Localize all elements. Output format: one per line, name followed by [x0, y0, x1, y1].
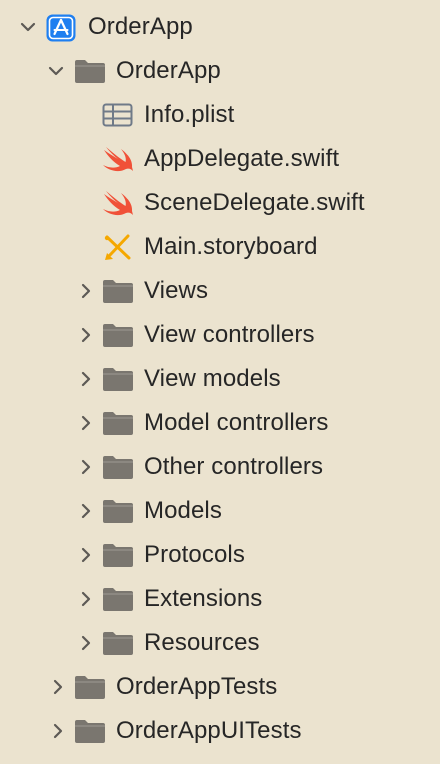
tree-row-project[interactable]: OrderApp: [0, 5, 440, 49]
folder-icon: [75, 720, 105, 743]
folder-icon: [103, 280, 133, 303]
tree-row-label: SceneDelegate.swift: [144, 189, 365, 216]
tree-row-label: Extensions: [144, 585, 263, 612]
tree-row-label: Other controllers: [144, 453, 324, 480]
tree-row-file[interactable]: AppDelegate.swift: [0, 137, 440, 181]
chevron-right-icon[interactable]: [76, 633, 96, 653]
chevron-right-icon[interactable]: [76, 457, 96, 477]
tree-row-folder[interactable]: Models: [0, 489, 440, 533]
tree-row-label: Info.plist: [144, 101, 235, 128]
chevron-right-icon[interactable]: [76, 281, 96, 301]
tree-row-label: Models: [144, 497, 222, 524]
tree-row-folder[interactable]: Protocols: [0, 533, 440, 577]
storyboard-icon: [104, 234, 131, 260]
folder-icon: [103, 500, 133, 523]
tree-row-label: View controllers: [144, 321, 315, 348]
tree-row-label: Model controllers: [144, 409, 329, 436]
folder-icon: [103, 368, 133, 391]
folder-icon: [103, 632, 133, 655]
tree-row-folder[interactable]: Model controllers: [0, 401, 440, 445]
chevron-right-icon[interactable]: [76, 589, 96, 609]
tree-row-label: AppDelegate.swift: [144, 145, 340, 172]
tree-row-label: OrderAppUITests: [116, 717, 302, 744]
tree-row-label: Main.storyboard: [144, 233, 318, 260]
chevron-right-icon[interactable]: [48, 677, 68, 697]
folder-icon: [103, 324, 133, 347]
tree-row-folder[interactable]: Extensions: [0, 577, 440, 621]
project-navigator: OrderApp OrderApp Info.plist AppDelegate…: [0, 0, 440, 764]
swift-icon: [103, 147, 133, 172]
folder-icon: [103, 588, 133, 611]
folder-icon: [75, 60, 105, 83]
tree-row-label: OrderApp: [88, 13, 193, 40]
folder-icon: [103, 412, 133, 435]
chevron-right-icon[interactable]: [76, 545, 96, 565]
tree-row-label: Protocols: [144, 541, 245, 568]
tree-row-label: View models: [144, 365, 281, 392]
tree-row-label: OrderAppTests: [116, 673, 278, 700]
folder-icon: [75, 676, 105, 699]
chevron-down-icon[interactable]: [46, 61, 66, 81]
tree-row-folder[interactable]: OrderAppTests: [0, 665, 440, 709]
tree-row-file[interactable]: Info.plist: [0, 93, 440, 137]
tree-row-folder[interactable]: Views: [0, 269, 440, 313]
tree-row-folder[interactable]: OrderApp: [0, 49, 440, 93]
tree-row-label: Resources: [144, 629, 260, 656]
tree-row-file[interactable]: SceneDelegate.swift: [0, 181, 440, 225]
xcode-project-icon: [46, 14, 76, 42]
chevron-right-icon[interactable]: [76, 325, 96, 345]
tree-row-label: Views: [144, 277, 209, 304]
folder-icon: [103, 544, 133, 567]
tree-row-folder[interactable]: OrderAppUITests: [0, 709, 440, 753]
tree-row-label: OrderApp: [116, 57, 221, 84]
tree-row-file[interactable]: Main.storyboard: [0, 225, 440, 269]
chevron-right-icon[interactable]: [76, 369, 96, 389]
swift-icon: [103, 191, 133, 216]
tree-row-folder[interactable]: Other controllers: [0, 445, 440, 489]
chevron-right-icon[interactable]: [76, 501, 96, 521]
plist-icon: [102, 103, 133, 127]
tree-row-folder[interactable]: View models: [0, 357, 440, 401]
chevron-right-icon[interactable]: [76, 413, 96, 433]
chevron-down-icon[interactable]: [18, 17, 38, 37]
folder-icon: [103, 456, 133, 479]
chevron-right-icon[interactable]: [48, 721, 68, 741]
tree-row-folder[interactable]: Resources: [0, 621, 440, 665]
tree-row-folder[interactable]: View controllers: [0, 313, 440, 357]
